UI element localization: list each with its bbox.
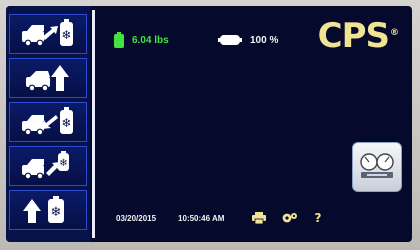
weight-value: 6.04 lbs — [132, 34, 169, 46]
battery-value: 100 % — [250, 34, 279, 46]
sidebar-item-recover[interactable]: ❄ — [9, 14, 87, 54]
svg-text:❄: ❄ — [61, 116, 71, 130]
sidebar-item-recharge[interactable]: ❄ — [9, 146, 87, 186]
gauges-icon — [360, 153, 394, 178]
sidebar-item-vacuum[interactable] — [9, 58, 87, 98]
sidebar-item-charge[interactable]: ❄ — [9, 102, 87, 142]
print-button[interactable] — [252, 212, 267, 224]
tank-fill-icon: ❄ — [23, 196, 64, 223]
help-button[interactable]: ? — [314, 211, 321, 225]
settings-button[interactable] — [282, 212, 298, 224]
logo-trademark: ® — [390, 27, 399, 38]
svg-text:❄: ❄ — [61, 28, 71, 42]
sidebar-item-tank-fill[interactable]: ❄ — [9, 190, 87, 230]
gauges-button[interactable] — [352, 142, 402, 192]
current-time: 10:50:46 AM — [178, 213, 225, 223]
printer-icon — [252, 212, 267, 224]
cps-logo: CPS® — [317, 16, 399, 56]
sidebar-divider — [92, 10, 95, 238]
sidebar: ❄ ❄ ❄ ❄ — [6, 6, 90, 242]
recover-refrigerant-icon: ❄ — [22, 19, 73, 47]
battery-status: 100 % — [218, 30, 278, 50]
help-icon: ? — [314, 211, 322, 225]
vacuum-icon — [26, 65, 69, 92]
logo-text: CPS — [317, 16, 390, 56]
recharge-car-icon: ❄ — [22, 151, 69, 180]
current-date: 03/20/2015 — [116, 213, 157, 223]
footer-bar: 03/20/2015 10:50:46 AM ? — [116, 210, 321, 226]
battery-icon — [218, 35, 242, 45]
svg-text:❄: ❄ — [59, 158, 67, 169]
tank-level-icon — [114, 32, 124, 48]
svg-text:❄: ❄ — [51, 205, 62, 220]
charge-refrigerant-icon: ❄ — [22, 107, 73, 136]
gears-icon — [283, 213, 298, 223]
weight-status: 6.04 lbs — [114, 30, 169, 50]
screen: ❄ ❄ ❄ ❄ 6.04 lbs 100 % CPS® 03/20/2015 1… — [6, 6, 412, 242]
